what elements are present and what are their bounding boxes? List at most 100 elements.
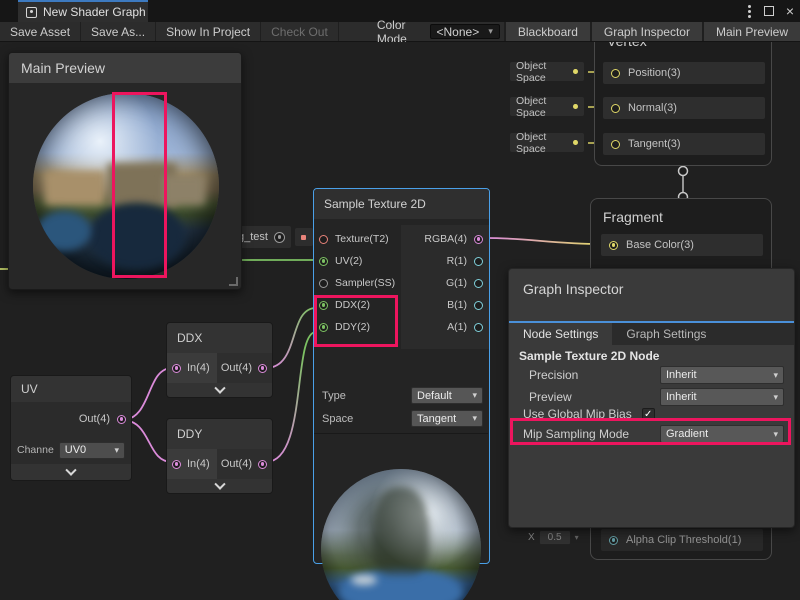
- save-as-button[interactable]: Save As...: [81, 22, 156, 41]
- input-port-uv[interactable]: UV(2): [314, 252, 400, 270]
- output-port-r[interactable]: R(1): [401, 252, 487, 270]
- main-preview-header[interactable]: Main Preview: [9, 53, 241, 83]
- value-dot-icon: [573, 69, 578, 74]
- uv-collapse-toggle[interactable]: [11, 464, 131, 481]
- panel-resize-handle[interactable]: [229, 277, 238, 286]
- sample-node-title: Sample Texture 2D: [314, 189, 489, 219]
- fragment-port-base-color[interactable]: Base Color(3): [601, 234, 763, 256]
- property-node-g-test[interactable]: g_test: [232, 226, 313, 248]
- tab-node-settings[interactable]: Node Settings: [509, 323, 612, 345]
- ddy-in-port[interactable]: In(4): [167, 449, 217, 479]
- chevron-down-icon: [214, 383, 225, 394]
- ddx-node-title: DDX: [167, 323, 272, 353]
- chevron-down-icon: ▾: [575, 533, 579, 542]
- space-dropdown[interactable]: Tangent▾: [411, 410, 483, 427]
- blackboard-toggle-button[interactable]: Blackboard: [504, 22, 590, 41]
- show-in-project-button[interactable]: Show In Project: [156, 22, 261, 41]
- shader-graph-icon: [26, 7, 37, 18]
- tab-graph-settings[interactable]: Graph Settings: [612, 323, 720, 345]
- port-circle-icon[interactable]: [172, 364, 181, 373]
- port-circle-icon[interactable]: [609, 241, 618, 250]
- fragment-node-title: Fragment: [591, 199, 771, 231]
- port-circle-icon[interactable]: [609, 536, 618, 545]
- ddy-collapse-toggle[interactable]: [167, 479, 272, 494]
- port-circle-icon[interactable]: [319, 279, 328, 288]
- ddy-out-port[interactable]: Out(4): [217, 449, 272, 479]
- mip-mode-dropdown[interactable]: Gradient▾: [660, 425, 784, 443]
- preview-dropdown[interactable]: Inherit▾: [660, 388, 784, 406]
- vertex-port-tangent[interactable]: Tangent(3): [603, 133, 765, 155]
- port-circle-icon[interactable]: [611, 140, 620, 149]
- main-preview-toggle-button[interactable]: Main Preview: [702, 22, 800, 41]
- color-mode-dropdown[interactable]: <None> ▾: [430, 24, 500, 39]
- property-output-port[interactable]: [295, 228, 313, 246]
- maximize-icon[interactable]: [764, 6, 774, 16]
- port-circle-icon[interactable]: [258, 364, 267, 373]
- input-port-sampler[interactable]: Sampler(SS): [314, 274, 400, 292]
- save-asset-button[interactable]: Save Asset: [0, 22, 81, 41]
- port-circle-icon[interactable]: [474, 279, 483, 288]
- port-circle-icon[interactable]: [319, 323, 328, 332]
- port-circle-icon[interactable]: [117, 415, 126, 424]
- port-circle-icon[interactable]: [474, 301, 483, 310]
- port-circle-icon[interactable]: [611, 104, 620, 113]
- expose-icon: [274, 232, 285, 243]
- port-circle-icon[interactable]: [474, 323, 483, 332]
- alpha-clip-value-widget[interactable]: X 0.5 ▾: [528, 529, 579, 546]
- window-menu-icon[interactable]: [748, 5, 752, 18]
- ddy-node-title: DDY: [167, 419, 272, 449]
- port-circle-icon[interactable]: [319, 235, 328, 244]
- close-icon[interactable]: ×: [786, 6, 794, 16]
- ddx-collapse-toggle[interactable]: [167, 383, 272, 398]
- main-preview-sphere: [33, 93, 219, 279]
- output-port-g[interactable]: G(1): [401, 274, 487, 292]
- inspector-section-title: Sample Texture 2D Node: [519, 349, 659, 363]
- object-space-badge[interactable]: Object Space: [510, 133, 584, 152]
- chevron-down-icon: [214, 479, 225, 490]
- chevron-down-icon: [65, 464, 76, 475]
- precision-dropdown[interactable]: Inherit▾: [660, 366, 784, 384]
- space-row: Space Tangent▾: [322, 410, 483, 427]
- output-port-rgba[interactable]: RGBA(4): [401, 230, 487, 248]
- vertex-port-normal[interactable]: Normal(3): [603, 97, 765, 119]
- ddx-node[interactable]: DDX In(4) Out(4): [166, 322, 273, 398]
- input-port-ddx[interactable]: DDX(2): [314, 296, 400, 314]
- chevron-down-icon: ▾: [472, 413, 477, 424]
- document-tab[interactable]: New Shader Graph: [18, 0, 148, 22]
- ddy-node[interactable]: DDY In(4) Out(4): [166, 418, 273, 494]
- ddx-out-port[interactable]: Out(4): [217, 353, 272, 383]
- inspector-tab-bar: Node Settings Graph Settings: [509, 323, 794, 345]
- port-circle-icon[interactable]: [319, 301, 328, 310]
- uv-out-port[interactable]: Out(4): [11, 402, 131, 436]
- graph-canvas[interactable]: Vertex Position(3) Normal(3) Tangent(3) …: [0, 42, 800, 600]
- ddx-in-port[interactable]: In(4): [167, 353, 217, 383]
- port-circle-icon[interactable]: [319, 257, 328, 266]
- output-port-a[interactable]: A(1): [401, 318, 487, 336]
- object-space-badge[interactable]: Object Space: [510, 97, 584, 116]
- vertex-port-position[interactable]: Position(3): [603, 62, 765, 84]
- graph-inspector-toggle-button[interactable]: Graph Inspector: [590, 22, 702, 41]
- output-port-b[interactable]: B(1): [401, 296, 487, 314]
- fragment-port-alpha-clip[interactable]: Alpha Clip Threshold(1): [601, 529, 763, 551]
- type-row: Type Default▾: [322, 387, 483, 404]
- input-port-texture[interactable]: Texture(T2): [314, 230, 400, 248]
- port-circle-icon[interactable]: [474, 257, 483, 266]
- node-preview-sphere: [321, 469, 481, 600]
- object-space-badge[interactable]: Object Space: [510, 62, 584, 81]
- sample-texture-2d-node[interactable]: Sample Texture 2D Texture(T2) UV(2) Samp…: [313, 188, 490, 564]
- uv-channel-dropdown[interactable]: UV0▾: [59, 442, 125, 459]
- port-circle-icon[interactable]: [474, 235, 483, 244]
- inspector-title: Graph Inspector: [509, 269, 794, 297]
- uv-channel-row: Channe UV0▾: [11, 436, 131, 464]
- shader-graph-window: New Shader Graph × Save Asset Save As...…: [0, 0, 800, 600]
- mip-bias-checkbox[interactable]: ✓: [642, 408, 655, 421]
- port-circle-icon[interactable]: [258, 460, 267, 469]
- uv-node[interactable]: UV Out(4) Channe UV0▾: [10, 375, 132, 481]
- document-title: New Shader Graph: [43, 5, 146, 19]
- port-circle-icon[interactable]: [172, 460, 181, 469]
- input-port-ddy[interactable]: DDY(2): [314, 318, 400, 336]
- port-circle-icon[interactable]: [611, 69, 620, 78]
- vertex-node[interactable]: Vertex Position(3) Normal(3) Tangent(3): [594, 42, 772, 166]
- space-label: Space: [322, 413, 353, 425]
- type-dropdown[interactable]: Default▾: [411, 387, 483, 404]
